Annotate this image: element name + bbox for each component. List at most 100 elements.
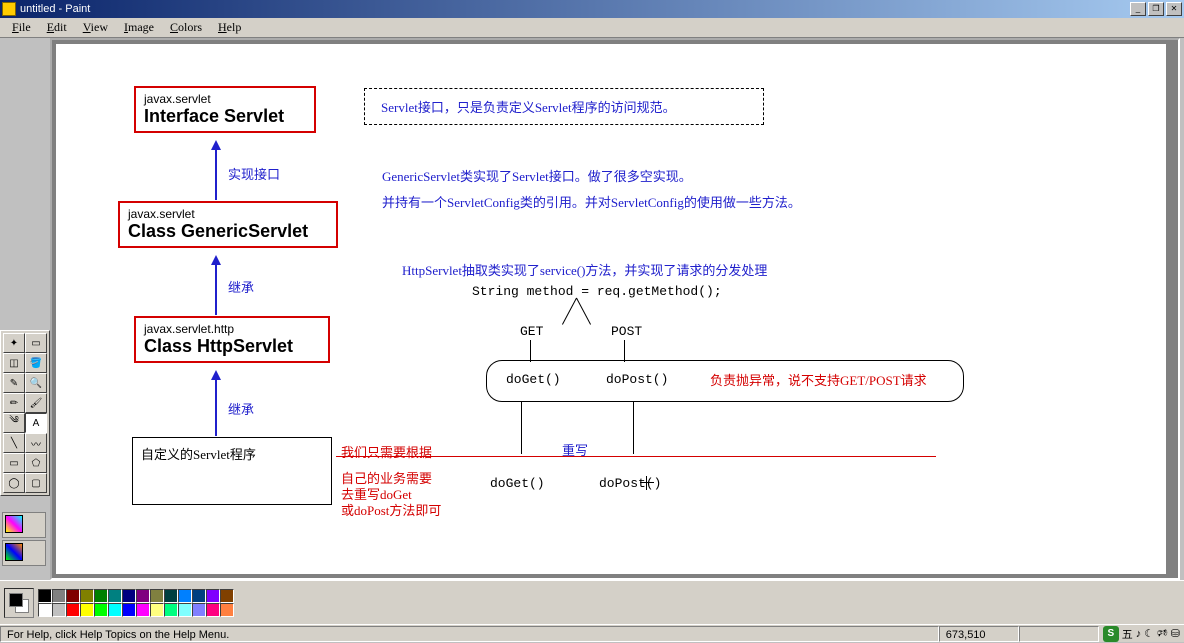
color-swatch[interactable]	[220, 589, 234, 603]
menu-file[interactable]: File	[4, 18, 39, 37]
fg-color-icon	[9, 593, 23, 607]
http-servlet-box: javax.servlet.http Class HttpServlet	[134, 316, 330, 363]
tray-moon-icon[interactable]: ☾	[1144, 627, 1154, 640]
color-swatch[interactable]	[38, 603, 52, 617]
color-swatch[interactable]	[80, 589, 94, 603]
statusbar: For Help, click Help Topics on the Help …	[0, 624, 1184, 642]
polygon-icon[interactable]: ⬠	[25, 453, 47, 473]
status-coords: 673,510	[939, 626, 1019, 642]
canvas[interactable]: javax.servlet Interface Servlet javax.se…	[56, 44, 1166, 574]
text-icon[interactable]: A	[25, 413, 47, 433]
box2-pkg: javax.servlet	[128, 207, 328, 221]
color-swatch[interactable]	[206, 603, 220, 617]
color-swatch[interactable]	[150, 589, 164, 603]
ime-label: 五	[1122, 626, 1133, 642]
rounded-rect-icon[interactable]: ▢	[25, 473, 47, 493]
box1-cls: Interface Servlet	[144, 106, 306, 127]
color-swatch[interactable]	[178, 589, 192, 603]
code1: String method = req.getMethod();	[472, 284, 722, 299]
doGet2: doGet()	[490, 476, 545, 491]
line-icon[interactable]: ╲	[3, 433, 25, 453]
close-button[interactable]: ✕	[1166, 2, 1182, 16]
box2-cls: Class GenericServlet	[128, 221, 328, 242]
note2-line2: 并持有一个ServletConfig类的引用。并对ServletConfig的使…	[382, 192, 801, 211]
minimize-button[interactable]: _	[1130, 2, 1146, 16]
box3-cls: Class HttpServlet	[144, 336, 320, 357]
arrow1-head	[211, 140, 221, 150]
arrow2-head	[211, 255, 221, 265]
titlebar: untitled - Paint _ ❐ ✕	[0, 0, 1184, 18]
branch-right-line	[576, 298, 591, 325]
menu-help[interactable]: Help	[210, 18, 249, 37]
airbrush-icon[interactable]: ༄	[3, 413, 25, 433]
color-swatch[interactable]	[192, 603, 206, 617]
tray-drive-icon[interactable]: ⛁	[1171, 627, 1180, 640]
box4-label: 自定义的Servlet程序	[141, 447, 256, 462]
color-swatch[interactable]	[178, 603, 192, 617]
color-swatch[interactable]	[164, 603, 178, 617]
get-vline	[530, 340, 531, 362]
override-line-2	[633, 402, 634, 454]
color-swatch[interactable]	[38, 589, 52, 603]
color-swatch[interactable]	[122, 603, 136, 617]
doGet-label: doGet()	[506, 372, 561, 387]
fgbg-indicator[interactable]	[4, 588, 34, 618]
eraser-icon[interactable]: ◫	[3, 353, 25, 373]
arrow3-head	[211, 370, 221, 380]
color-swatch[interactable]	[220, 603, 234, 617]
rednote1: 我们只需要根据	[341, 442, 432, 461]
color-swatch[interactable]	[136, 603, 150, 617]
menu-edit[interactable]: Edit	[39, 18, 75, 37]
canvas-area: javax.servlet Interface Servlet javax.se…	[50, 38, 1180, 580]
picker-icon[interactable]: ✎	[3, 373, 25, 393]
color-swatch[interactable]	[52, 589, 66, 603]
note3: HttpServlet抽取类实现了service()方法，并实现了请求的分发处理	[402, 260, 767, 279]
toolbox: ✦▭◫🪣✎🔍✏🖌༄A╲〰▭⬠◯▢	[0, 330, 50, 496]
tray-note-icon[interactable]: ♪	[1136, 628, 1142, 640]
override-line-1	[521, 402, 522, 454]
curve-icon[interactable]: 〰	[25, 433, 47, 453]
color-swatch[interactable]	[94, 603, 108, 617]
post-vline	[624, 340, 625, 362]
crosshair-cursor-icon	[640, 476, 654, 490]
color-swatch[interactable]	[66, 589, 80, 603]
color-swatch[interactable]	[206, 589, 220, 603]
color-swatch[interactable]	[108, 603, 122, 617]
menubar: File Edit View Image Colors Help	[0, 18, 1184, 38]
menu-colors[interactable]: Colors	[162, 18, 210, 37]
tray-volume-icon[interactable]: 🕫	[1157, 624, 1168, 643]
maximize-button[interactable]: ❐	[1148, 2, 1164, 16]
color-swatch[interactable]	[164, 589, 178, 603]
color-palette	[0, 580, 1184, 624]
sidebar-slot-b[interactable]	[2, 540, 46, 566]
color-swatch[interactable]	[80, 603, 94, 617]
ellipse-icon[interactable]: ◯	[3, 473, 25, 493]
color-swatch[interactable]	[52, 603, 66, 617]
color-swatch[interactable]	[66, 603, 80, 617]
color-swatch[interactable]	[136, 589, 150, 603]
color-swatch[interactable]	[108, 589, 122, 603]
arrow2-label: 继承	[228, 277, 254, 296]
sidebar-slot-a[interactable]	[2, 512, 46, 538]
color-swatch[interactable]	[122, 589, 136, 603]
ime-icon[interactable]: S	[1103, 626, 1119, 642]
magnifier-icon[interactable]: 🔍	[25, 373, 47, 393]
status-empty	[1019, 626, 1099, 642]
arrow2-line	[215, 265, 217, 315]
rect-icon[interactable]: ▭	[3, 453, 25, 473]
branch-post: POST	[611, 324, 642, 339]
rednote4: 或doPost方法即可	[341, 500, 441, 519]
fill-icon[interactable]: 🪣	[25, 353, 47, 373]
arrow3-label: 继承	[228, 399, 254, 418]
menu-view[interactable]: View	[75, 18, 116, 37]
box3-pkg: javax.servlet.http	[144, 322, 320, 336]
color-swatch[interactable]	[150, 603, 164, 617]
brush-icon[interactable]: 🖌	[25, 393, 47, 413]
free-select-icon[interactable]: ✦	[3, 333, 25, 353]
menu-image[interactable]: Image	[116, 18, 162, 37]
status-help: For Help, click Help Topics on the Help …	[0, 626, 939, 642]
rect-select-icon[interactable]: ▭	[25, 333, 47, 353]
arrow1-label: 实现接口	[228, 164, 280, 183]
color-swatch[interactable]	[192, 589, 206, 603]
color-swatch[interactable]	[94, 589, 108, 603]
